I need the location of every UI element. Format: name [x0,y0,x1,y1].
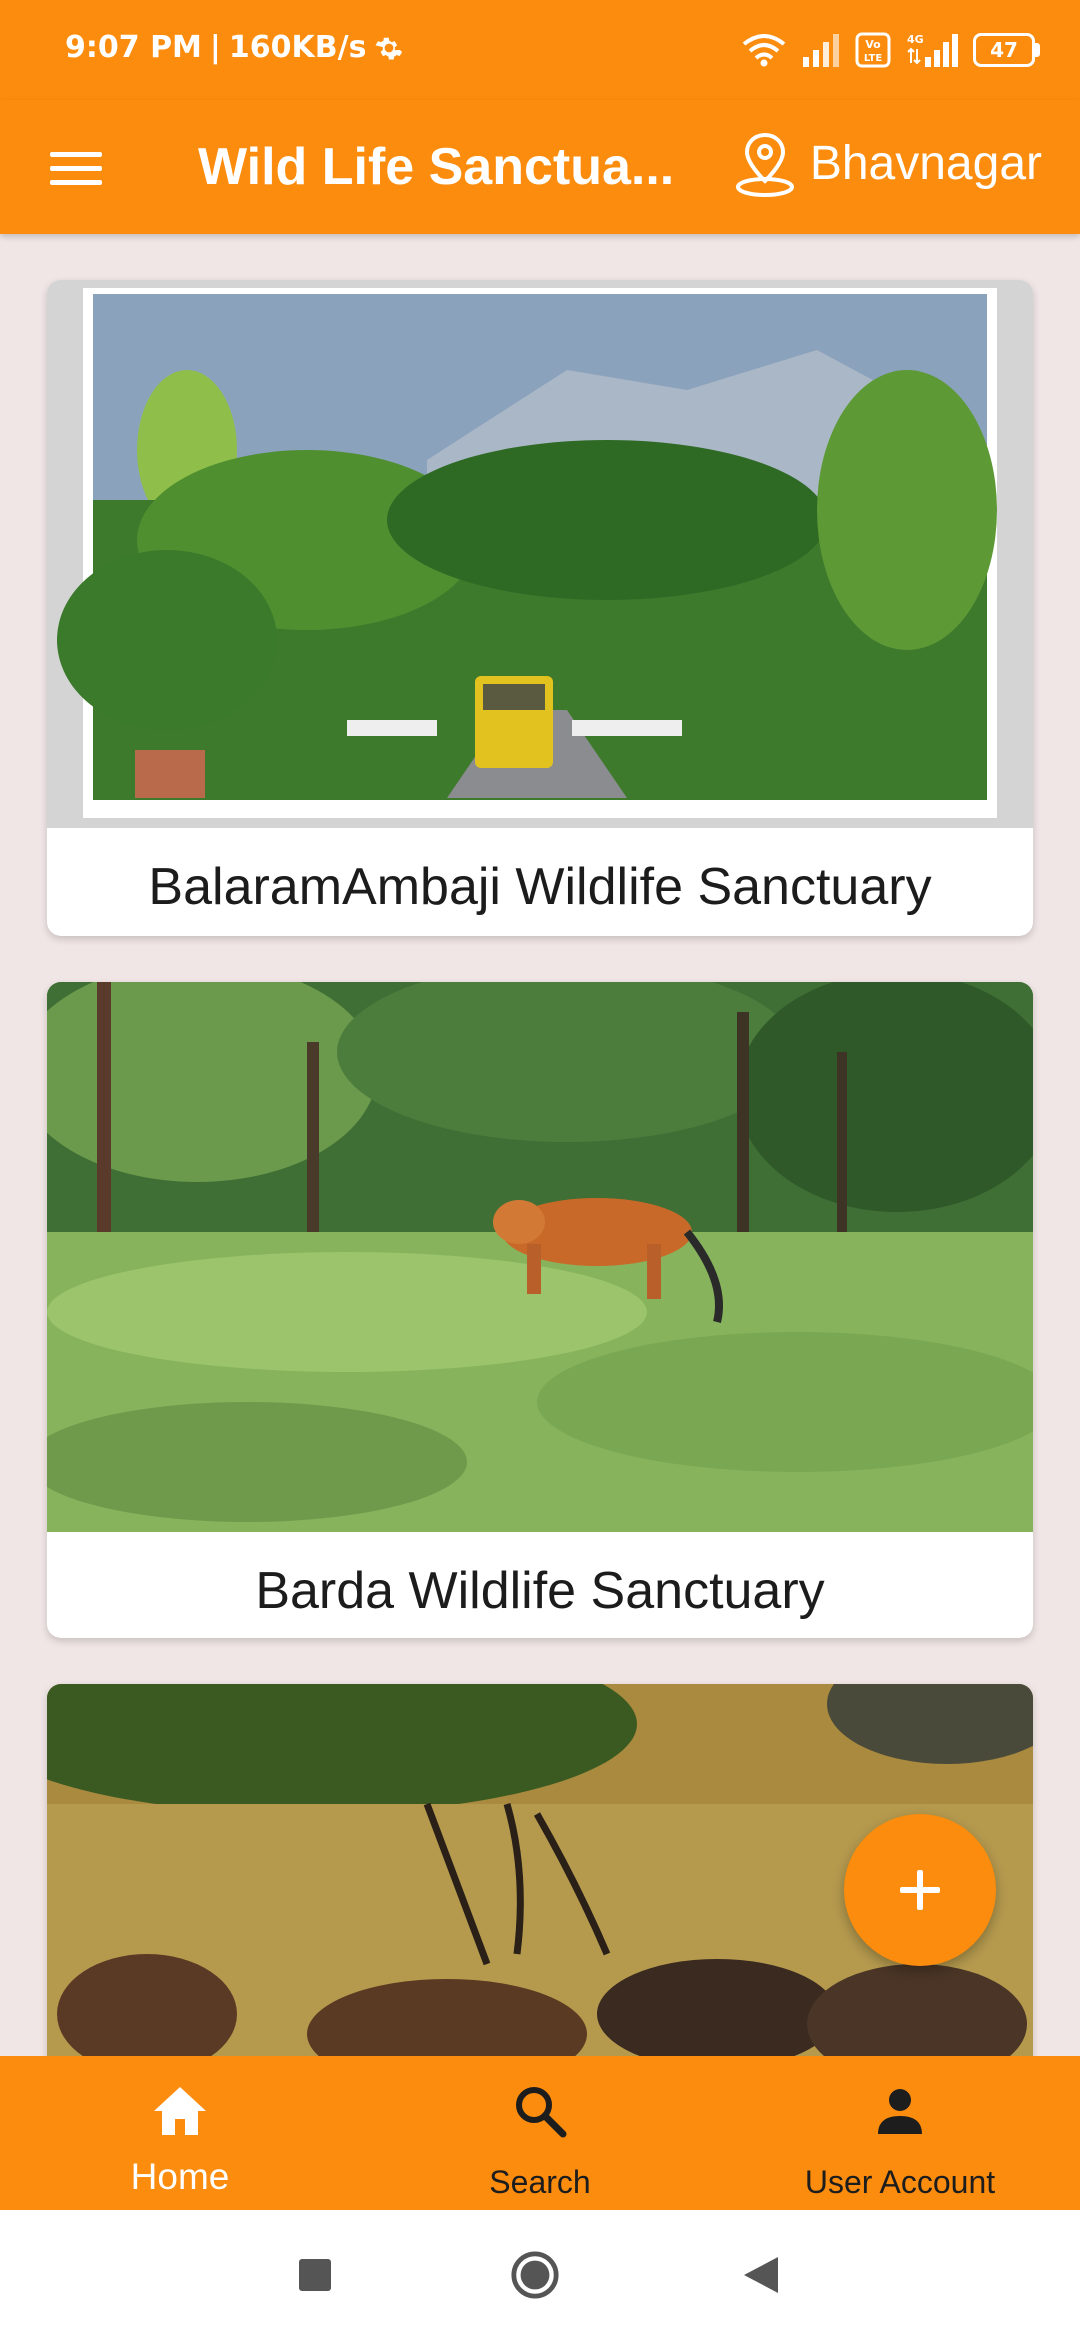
network-speed: 160KB/s [228,30,367,65]
status-time: 9:07 PM [65,30,202,65]
sanctuary-card[interactable]: BalaramAmbaji Wildlife Sanctuary [47,280,1033,936]
volte-icon: Vo LTE [855,32,891,68]
road-through-forest-image [47,280,1033,828]
battery-icon: 47 [973,33,1040,67]
recents-button[interactable] [290,2250,340,2300]
nav-item-home[interactable]: Home [0,2056,360,2210]
status-icons: Vo LTE 4G 47 [741,28,1040,72]
sanctuary-image [47,982,1033,1532]
settings-icon [375,37,403,59]
sanctuary-image [47,280,1033,828]
circle-icon [511,2251,559,2299]
app-bar: Wild Life Sanctua... Bhavnagar [0,100,1080,234]
status-bar: 9:07 PM | 160KB/s Vo LTE 4G 47 [0,0,1080,100]
search-icon [500,2078,580,2144]
system-navigation-bar [0,2210,1080,2340]
home-system-button[interactable] [510,2250,560,2300]
menu-button[interactable] [46,138,106,198]
card-title: BalaramAmbaji Wildlife Sanctuary [148,858,932,916]
location-label: Bhavnagar [809,137,1042,190]
card-title: Barda Wildlife Sanctuary [255,1562,825,1620]
bottom-navigation: Home Search User Account [0,2056,1080,2210]
status-separator: | [209,30,221,65]
tiger-in-grassland-image [47,982,1033,1532]
svg-text:Vo: Vo [865,38,881,51]
signal-icon [803,34,839,67]
plus-icon [900,1870,940,1910]
status-time-group: 9:07 PM | 160KB/s [65,30,404,65]
menu-icon [50,152,102,185]
nav-item-user-account[interactable]: User Account [720,2056,1080,2210]
sanctuary-list: BalaramAmbaji Wildlife Sanctuary Barda W… [0,234,1080,2056]
battery-level: 47 [990,38,1018,62]
person-icon [860,2078,940,2144]
nav-label-user-account: User Account [804,2164,996,2200]
nav-item-search[interactable]: Search [360,2056,720,2210]
home-icon [140,2078,220,2144]
page-title: Wild Life Sanctua... [198,138,675,196]
add-button[interactable] [844,1814,996,1966]
nav-label-search: Search [489,2164,591,2200]
square-icon [299,2259,331,2291]
back-triangle-icon [744,2257,778,2293]
back-button[interactable] [736,2250,786,2300]
wifi-icon [742,34,786,67]
nav-label-home: Home [130,2156,230,2197]
location-pin-icon [735,132,794,197]
sanctuary-card[interactable]: Barda Wildlife Sanctuary [47,982,1033,1638]
svg-text:4G: 4G [907,33,924,46]
svg-text:LTE: LTE [864,53,883,64]
4g-signal-icon: 4G [907,33,958,67]
location-selector[interactable]: Bhavnagar [730,114,1042,214]
